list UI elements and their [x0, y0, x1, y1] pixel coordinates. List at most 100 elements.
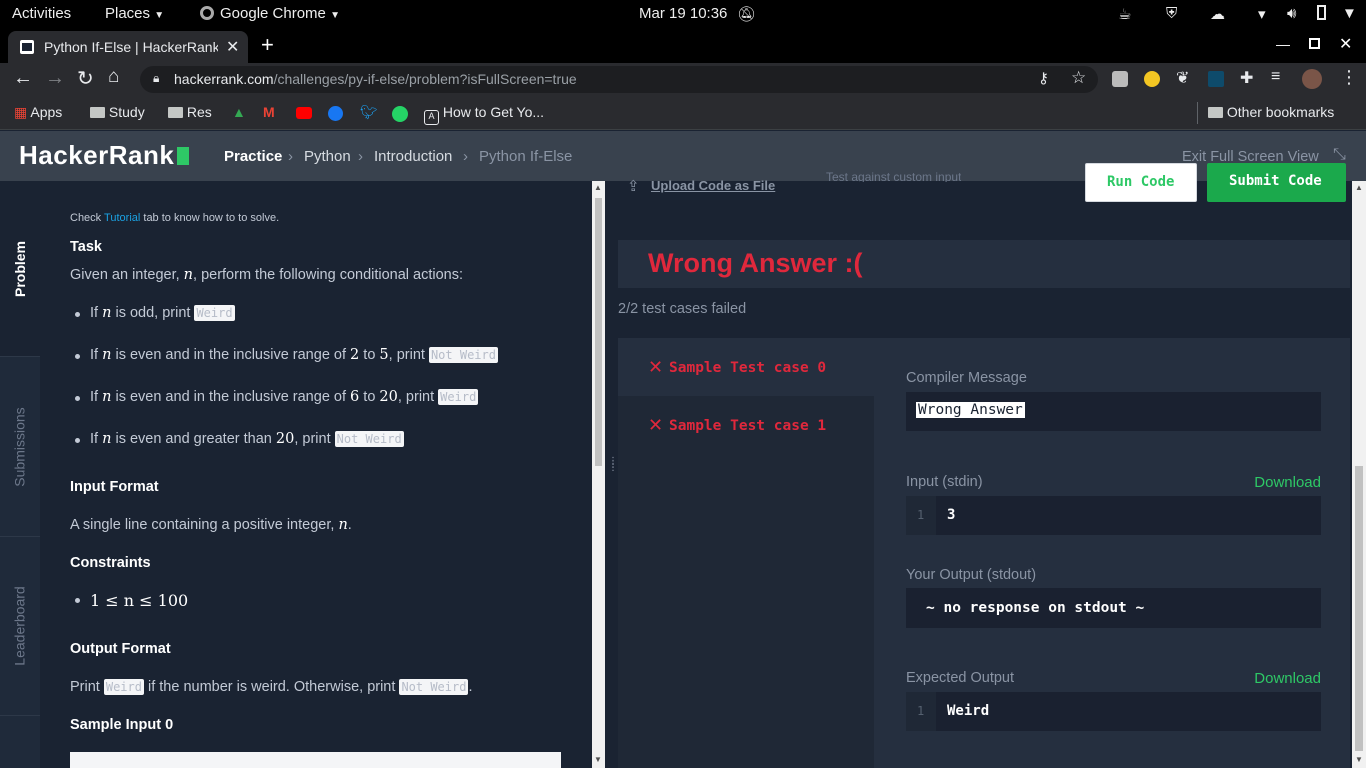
expected-value: Weird — [947, 703, 990, 719]
text: is odd, print — [111, 305, 195, 321]
notifications-off-icon: 🔕︎ — [737, 6, 757, 23]
tab-leaderboard[interactable]: Leaderboard — [0, 536, 40, 716]
text: If — [90, 347, 103, 363]
key-icon[interactable]: ⚷ — [1038, 69, 1049, 87]
tab-label: Leaderboard — [12, 586, 28, 666]
bookmark-study[interactable]: Study — [90, 104, 145, 120]
close-tab-icon[interactable]: ✕ — [226, 37, 239, 57]
twitter-icon[interactable]: 🐦︎ — [360, 104, 378, 121]
bookmark-apps[interactable]: ▦ Apps — [14, 104, 62, 121]
bookmark-star-icon[interactable]: ☆ — [1071, 68, 1086, 88]
upload-icon[interactable]: ⇪ — [627, 177, 640, 195]
extension-icon[interactable] — [1208, 71, 1224, 87]
math-num: 2 — [350, 347, 360, 363]
download-input-link[interactable]: Download — [1254, 474, 1321, 491]
math-var: n — [338, 517, 348, 533]
shield-icon[interactable]: ⛨ — [1166, 5, 1177, 22]
new-tab-icon[interactable]: + — [261, 32, 274, 58]
profile-avatar[interactable] — [1302, 69, 1322, 89]
test-case-tab-1[interactable]: ✕ Sample Test case 1 — [618, 396, 874, 454]
exit-fullscreen-icon[interactable]: ⤡ — [1333, 146, 1346, 164]
extensions-puzzle-icon[interactable]: ✚ — [1240, 68, 1253, 88]
tab-submissions[interactable]: Submissions — [0, 356, 40, 536]
text: If — [90, 431, 103, 447]
text: , print — [397, 389, 439, 405]
list-item: If n is even and in the inclusive range … — [75, 389, 479, 405]
breadcrumb-python[interactable]: Python — [304, 148, 351, 165]
scrollbar-thumb[interactable] — [595, 198, 602, 466]
problem-scrollbar[interactable]: ▲ ▼ — [592, 181, 605, 768]
text: Print — [70, 679, 104, 695]
home-icon[interactable]: ⌂ — [108, 66, 119, 88]
extension-icon[interactable] — [1112, 71, 1128, 87]
system-top-bar: Activities Places ▼ Google Chrome ▼ Mar … — [0, 0, 1366, 27]
scroll-down-icon[interactable]: ▼ — [1355, 755, 1363, 764]
tab-problem[interactable]: Problem — [0, 181, 40, 356]
side-tabs: Problem Submissions Leaderboard — [0, 181, 40, 768]
button-label: Submit Code — [1229, 173, 1322, 189]
cloud-icon[interactable]: ☁︎ — [1210, 5, 1225, 23]
bullet — [75, 354, 80, 359]
scrollbar-thumb[interactable] — [1355, 466, 1363, 751]
run-code-button[interactable]: Run Code — [1085, 163, 1197, 202]
app-menu[interactable]: Google Chrome ▼ — [200, 5, 340, 22]
download-expected-link[interactable]: Download — [1254, 670, 1321, 687]
facebook-icon[interactable] — [328, 106, 343, 121]
minimize-window-icon[interactable]: — — [1276, 36, 1290, 52]
wifi-icon[interactable]: ▾ — [1258, 5, 1266, 23]
bookmark-how-to[interactable]: A How to Get Yo... — [424, 104, 544, 125]
constraint-math: 1 ≤ n ≤ 100 — [90, 591, 189, 610]
url-path: /challenges/py-if-else/problem?isFullScr… — [273, 71, 577, 87]
battery-icon[interactable] — [1317, 5, 1326, 22]
extension-icon[interactable] — [1144, 71, 1160, 87]
clock[interactable]: Mar 19 10:36 — [639, 5, 727, 22]
constraints-heading: Constraints — [70, 555, 151, 571]
custom-input-checkbox-label[interactable]: Test against custom input — [826, 170, 961, 182]
editor-scrollbar[interactable]: ▲ ▼ — [1352, 181, 1366, 768]
output-value: ~ no response on stdout ~ — [926, 600, 1145, 616]
test-case-tab-0[interactable]: ✕ Sample Test case 0 — [618, 338, 874, 396]
activities-button[interactable]: Activities — [12, 5, 71, 22]
bookmark-other[interactable]: Other bookmarks — [1208, 104, 1334, 120]
maximize-window-icon[interactable] — [1309, 38, 1320, 49]
math-num: 5 — [379, 347, 389, 363]
menu-kebab-icon[interactable]: ⋮ — [1340, 67, 1358, 88]
text: If — [90, 305, 103, 321]
sample-input-heading: Sample Input 0 — [70, 717, 174, 733]
code-snippet: Weird — [103, 679, 144, 695]
bookmark-res[interactable]: Res — [168, 104, 212, 120]
media-control-icon[interactable]: ≡ — [1271, 68, 1280, 86]
back-icon[interactable]: ← — [13, 67, 33, 90]
apps-grid-icon: ▦ — [14, 104, 28, 120]
reload-icon[interactable]: ↻ — [77, 66, 94, 91]
whatsapp-icon[interactable] — [392, 106, 408, 122]
submit-code-button[interactable]: Submit Code — [1207, 163, 1346, 202]
logo-green-block — [177, 147, 190, 165]
youtube-icon[interactable] — [296, 107, 312, 119]
scroll-up-icon[interactable]: ▲ — [594, 183, 602, 192]
upload-code-link[interactable]: Upload Code as File — [651, 178, 775, 193]
coffee-icon[interactable]: ☕︎ — [1118, 5, 1131, 23]
address-bar[interactable]: 🔒︎ hackerrank.com/challenges/py-if-else/… — [140, 66, 1098, 93]
lock-icon[interactable]: 🔒︎ — [153, 71, 159, 86]
extension-icon[interactable]: ❦ — [1176, 68, 1189, 88]
hackerrank-logo[interactable]: HackerRank — [19, 140, 190, 171]
math-num: 20 — [275, 431, 295, 447]
browser-tab[interactable]: Python If-Else | HackerRank ✕ — [8, 31, 248, 63]
close-window-icon[interactable]: ✕ — [1339, 34, 1352, 54]
pane-resize-handle[interactable]: ⋮ ⋮ ⋮ — [608, 457, 618, 490]
text: , print — [294, 431, 335, 447]
forward-icon[interactable]: → — [45, 67, 65, 90]
breadcrumb-practice[interactable]: Practice — [224, 148, 282, 165]
google-drive-icon[interactable]: ▲ — [232, 104, 246, 120]
compiler-message-text: Wrong Answer — [916, 402, 1025, 418]
places-menu[interactable]: Places ▼ — [105, 5, 164, 22]
text: to — [359, 389, 380, 405]
breadcrumb-introduction[interactable]: Introduction — [374, 148, 452, 165]
gmail-icon[interactable]: M — [263, 104, 275, 120]
power-menu-chevron-icon[interactable]: ▼ — [1342, 5, 1357, 22]
scroll-up-icon[interactable]: ▲ — [1355, 183, 1363, 192]
scroll-down-icon[interactable]: ▼ — [594, 755, 602, 764]
volume-icon[interactable]: 🔊︎ — [1287, 5, 1296, 22]
tutorial-link[interactable]: Tutorial — [104, 212, 140, 224]
